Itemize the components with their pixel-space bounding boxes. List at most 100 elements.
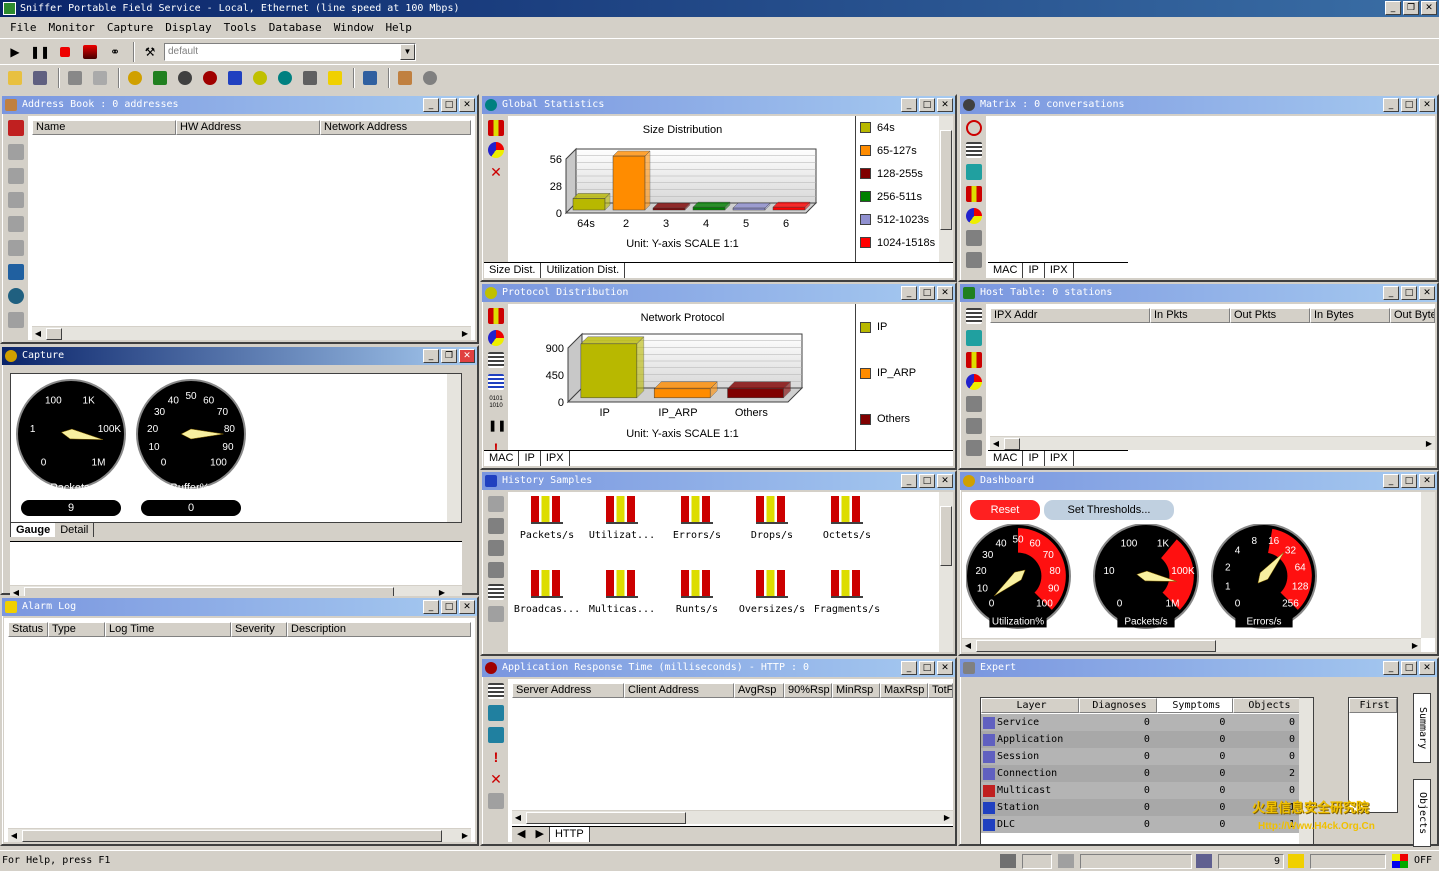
vertical-scrollbar[interactable] xyxy=(1421,492,1435,638)
tab-ipx[interactable]: IPX xyxy=(1045,451,1074,466)
history-item[interactable]: Broadcas... xyxy=(512,570,582,615)
close-button[interactable]: ✕ xyxy=(1421,1,1437,15)
history-item[interactable]: Runts/s xyxy=(662,570,732,615)
history-item[interactable]: Fragments/s xyxy=(812,570,882,615)
column-type[interactable]: Type xyxy=(48,622,105,637)
minimize-button[interactable]: _ xyxy=(423,600,439,614)
minimize-button[interactable]: _ xyxy=(423,98,439,112)
maximize-button[interactable]: □ xyxy=(919,474,935,488)
close-button[interactable]: ✕ xyxy=(1419,98,1435,112)
pie-chart-icon[interactable] xyxy=(966,374,982,390)
small-icons-icon[interactable] xyxy=(488,518,504,534)
expert-row[interactable]: Service 0 0 0 xyxy=(981,714,1301,731)
close-button[interactable]: ✕ xyxy=(459,98,475,112)
expert-row[interactable]: Session 0 0 0 xyxy=(981,748,1301,765)
column-totf[interactable]: TotF xyxy=(928,683,953,698)
column-maxrsp[interactable]: MaxRsp xyxy=(880,683,928,698)
zoom-icon[interactable] xyxy=(966,330,982,346)
horizontal-scrollbar[interactable]: ◀ ▶ xyxy=(32,326,471,340)
protocol-dist-icon[interactable] xyxy=(249,68,271,88)
history-item[interactable]: Multicas... xyxy=(587,570,657,615)
stop-icon[interactable] xyxy=(54,42,76,62)
close-button[interactable]: ✕ xyxy=(937,286,953,300)
print-preview-icon[interactable] xyxy=(89,68,111,88)
tab-gauge[interactable]: Gauge xyxy=(10,523,56,537)
table-icon[interactable] xyxy=(966,142,982,158)
bar-chart-icon[interactable] xyxy=(488,120,504,136)
import-icon[interactable] xyxy=(8,264,24,280)
menu-monitor[interactable]: Monitor xyxy=(43,18,101,38)
table-icon[interactable] xyxy=(488,683,504,699)
filter-funnel-icon[interactable] xyxy=(966,440,982,456)
minimize-button[interactable]: _ xyxy=(901,286,917,300)
tab-http[interactable]: HTTP xyxy=(549,827,590,842)
column-client-address[interactable]: Client Address xyxy=(624,683,734,698)
bar-chart-icon[interactable] xyxy=(966,352,982,368)
column-name[interactable]: Name xyxy=(32,120,176,135)
filter-tool-icon[interactable] xyxy=(966,230,982,246)
autodiscovery-icon[interactable] xyxy=(8,312,24,328)
define-filter-icon[interactable] xyxy=(359,68,381,88)
bar-chart-icon[interactable] xyxy=(488,308,504,324)
tab-ipx[interactable]: IPX xyxy=(1045,263,1074,278)
tab-ip[interactable]: IP xyxy=(1023,263,1045,278)
table-icon[interactable] xyxy=(488,584,504,600)
minimize-button[interactable]: _ xyxy=(901,98,917,112)
history-item[interactable]: Utilizat... xyxy=(587,496,657,541)
minimize-button[interactable]: _ xyxy=(901,661,917,675)
column-log-time[interactable]: Log Time xyxy=(105,622,231,637)
list-icon[interactable] xyxy=(488,540,504,556)
close-button[interactable]: ✕ xyxy=(459,349,475,363)
open-folder-icon[interactable] xyxy=(4,68,26,88)
column-avgrsp[interactable]: AvgRsp xyxy=(734,683,784,698)
pie-chart-icon[interactable] xyxy=(488,142,504,158)
menu-display[interactable]: Display xyxy=(159,18,217,38)
menu-database[interactable]: Database xyxy=(263,18,328,38)
maximize-button[interactable]: □ xyxy=(1401,286,1417,300)
set-thresholds-button[interactable]: Set Thresholds... xyxy=(1044,500,1174,520)
details-icon[interactable] xyxy=(488,562,504,578)
vertical-scrollbar[interactable] xyxy=(939,116,953,262)
expert-row[interactable]: Connection 0 0 2 xyxy=(981,765,1301,782)
chevron-down-icon[interactable]: ▼ xyxy=(400,43,415,60)
minimize-button[interactable]: _ xyxy=(1383,661,1399,675)
expert-row[interactable]: Application 0 0 0 xyxy=(981,731,1301,748)
reset-icon[interactable]: ✕ xyxy=(488,164,504,180)
redo-icon[interactable] xyxy=(8,240,24,256)
properties-icon[interactable] xyxy=(8,168,24,184)
filter-tool-icon[interactable]: ⚒ xyxy=(139,42,161,62)
history-item[interactable]: Octets/s xyxy=(812,496,882,541)
tab-next-icon[interactable]: ▶ xyxy=(530,827,550,842)
art-icon[interactable] xyxy=(199,68,221,88)
column-severity[interactable]: Severity xyxy=(231,622,287,637)
reset-button[interactable]: Reset xyxy=(970,500,1040,520)
column-layer[interactable]: Layer xyxy=(981,698,1079,713)
close-button[interactable]: ✕ xyxy=(1419,474,1435,488)
history-item[interactable]: Oversizes/s xyxy=(737,570,807,615)
maximize-button[interactable]: □ xyxy=(919,98,935,112)
column-symptoms[interactable]: Symptoms xyxy=(1157,698,1233,713)
menu-capture[interactable]: Capture xyxy=(101,18,159,38)
tab-objects[interactable]: Objects xyxy=(1413,779,1431,847)
table-icon[interactable] xyxy=(966,308,982,324)
tab-utilization-dist[interactable]: Utilization Dist. xyxy=(541,263,626,278)
delete-icon[interactable] xyxy=(8,192,24,208)
column-out-pkts[interactable]: Out Pkts xyxy=(1230,308,1310,323)
properties-icon[interactable] xyxy=(488,793,504,809)
close-button[interactable]: ✕ xyxy=(1419,286,1435,300)
column-out-bytes[interactable]: Out Byte xyxy=(1390,308,1435,323)
column-diagnoses[interactable]: Diagnoses xyxy=(1079,698,1157,713)
menu-window[interactable]: Window xyxy=(328,18,380,38)
undo-icon[interactable] xyxy=(8,216,24,232)
history-icon[interactable] xyxy=(224,68,246,88)
expert-row[interactable]: DLC 0 0 1 xyxy=(981,816,1301,833)
tab-prev-icon[interactable]: ◀ xyxy=(512,827,530,842)
properties-icon[interactable] xyxy=(488,496,504,512)
global-stats-icon[interactable] xyxy=(274,68,296,88)
column-status[interactable]: Status xyxy=(8,622,48,637)
bar-chart-icon[interactable] xyxy=(966,186,982,202)
close-button[interactable]: ✕ xyxy=(937,474,953,488)
column-first[interactable]: First xyxy=(1349,698,1397,713)
stop-sign-icon[interactable] xyxy=(419,68,441,88)
map-icon[interactable] xyxy=(966,120,982,136)
